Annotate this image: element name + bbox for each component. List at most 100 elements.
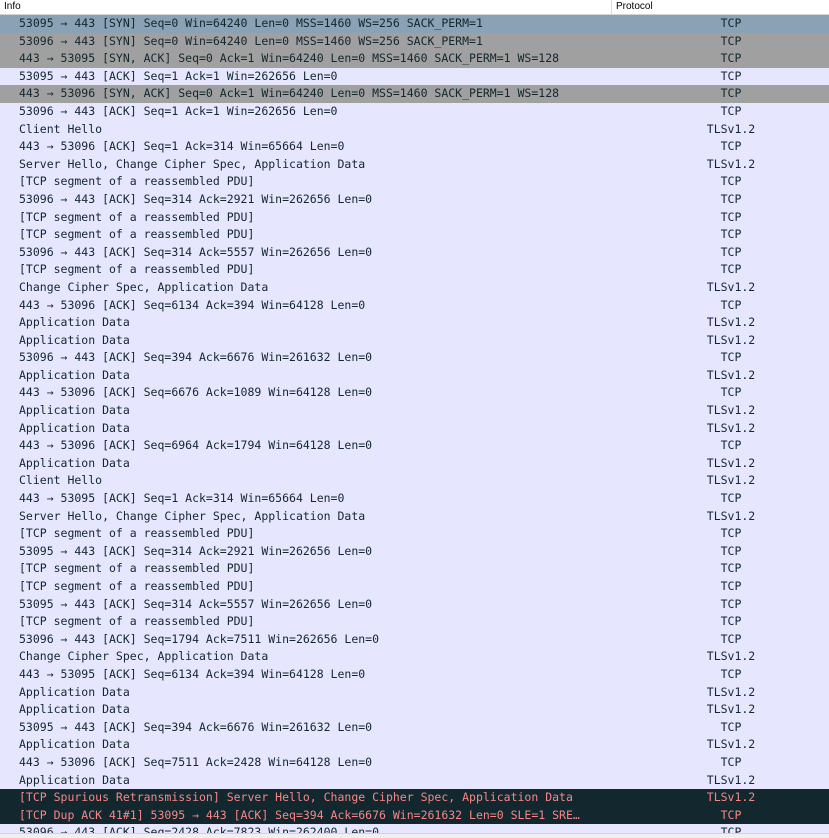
packet-protocol: TCP (720, 209, 742, 224)
packet-info: Application Data (19, 737, 130, 752)
packet-protocol: TLSv1.2 (706, 367, 756, 382)
packet-protocol: TCP (720, 174, 742, 189)
packet-info: 53095 → 443 [ACK] Seq=394 Ack=6676 Win=2… (19, 719, 373, 734)
packet-protocol: TCP (720, 33, 742, 48)
packet-protocol: TCP (720, 438, 742, 453)
packet-protocol: TLSv1.2 (706, 508, 756, 523)
table-row[interactable]: [TCP segment of a reassembled PDU] TCP (0, 525, 829, 543)
packet-info: [TCP segment of a reassembled PDU] (19, 209, 255, 224)
table-row[interactable]: 443 → 53096 [SYN, ACK] Seq=0 Ack=1 Win=6… (0, 85, 829, 103)
table-row[interactable]: Application Data TLSv1.2 (0, 701, 829, 719)
packet-info: Application Data (19, 702, 130, 717)
table-row[interactable]: 53096 → 443 [SYN] Seq=0 Win=64240 Len=0 … (0, 32, 829, 51)
table-row[interactable]: 443 → 53096 [ACK] Seq=1 Ack=314 Win=6566… (0, 138, 829, 156)
packet-protocol: TCP (720, 244, 742, 259)
table-row[interactable]: Change Cipher Spec, Application Data TLSv… (0, 278, 829, 297)
packet-protocol: TLSv1.2 (706, 473, 756, 488)
table-row[interactable]: 53096 → 443 [ACK] Seq=314 Ack=2921 Win=2… (0, 190, 829, 209)
packet-info: [TCP segment of a reassembled PDU] (19, 526, 255, 541)
table-row[interactable]: 53095 → 443 [SYN] Seq=0 Win=64240 Len=0 … (0, 15, 829, 33)
table-row[interactable]: [TCP Dup ACK 41#1] 53095 → 443 [ACK] Seq… (0, 806, 829, 825)
table-row[interactable]: [TCP segment of a reassembled PDU] TCP (0, 261, 829, 279)
packet-info: 53096 → 443 [ACK] Seq=314 Ack=2921 Win=2… (19, 191, 373, 206)
table-row[interactable]: Application Data TLSv1.2 (0, 402, 829, 420)
table-row[interactable]: Application Data TLSv1.2 (0, 419, 829, 438)
packet-protocol: TCP (720, 191, 742, 206)
packet-info: 443 → 53096 [ACK] Seq=6134 Ack=394 Win=6… (19, 297, 366, 312)
packet-info: Application Data (19, 684, 130, 699)
packet-protocol: TCP (720, 631, 742, 646)
table-row[interactable]: 443 → 53096 [ACK] Seq=6676 Ack=1089 Win=… (0, 384, 829, 403)
packet-protocol: TCP (720, 297, 742, 312)
table-row[interactable]: Server Hello, Change Cipher Spec, Applic… (0, 155, 829, 174)
packet-info: 443 → 53095 [ACK] Seq=1 Ack=314 Win=6566… (19, 491, 345, 506)
table-row[interactable]: Application Data TLSv1.2 (0, 331, 829, 350)
table-row[interactable]: [TCP Spurious Retransmission] Server Hel… (0, 789, 829, 807)
table-row[interactable]: Application Data TLSv1.2 (0, 314, 829, 332)
packet-protocol: TCP (720, 526, 742, 541)
packet-info: Application Data (19, 332, 130, 347)
table-row[interactable]: [TCP segment of a reassembled PDU] TCP (0, 578, 829, 596)
table-row[interactable]: Client Hello TLSv1.2 (0, 472, 829, 491)
packet-protocol: TCP (720, 543, 742, 558)
table-row[interactable]: 443 → 53096 [ACK] Seq=6134 Ack=394 Win=6… (0, 296, 829, 315)
table-row[interactable]: Application Data TLSv1.2 (0, 454, 829, 473)
packet-protocol: TLSv1.2 (706, 772, 756, 787)
packet-protocol: TLSv1.2 (706, 684, 756, 699)
table-row[interactable]: 443 → 53096 [ACK] Seq=7511 Ack=2428 Win=… (0, 753, 829, 772)
packet-info: 443 → 53096 [ACK] Seq=6964 Ack=1794 Win=… (19, 438, 373, 453)
packet-info: Server Hello, Change Cipher Spec, Applic… (19, 508, 366, 523)
table-row[interactable]: 53095 → 443 [ACK] Seq=314 Ack=5557 Win=2… (0, 595, 829, 614)
table-row[interactable]: Change Cipher Spec, Application Data TLSv… (0, 648, 829, 666)
table-row[interactable]: Client Hello TLSv1.2 (0, 120, 829, 139)
table-row[interactable]: 53095 → 443 [ACK] Seq=394 Ack=6676 Win=2… (0, 718, 829, 737)
packet-info: 53096 → 443 [ACK] Seq=1794 Ack=7511 Win=… (19, 631, 380, 646)
packet-protocol: TLSv1.2 (706, 649, 756, 664)
packet-protocol: TLSv1.2 (706, 702, 756, 717)
packet-info: Change Cipher Spec, Application Data (19, 649, 269, 664)
packet-protocol: TCP (720, 754, 742, 769)
packet-info: Server Hello, Change Cipher Spec, Applic… (19, 156, 366, 171)
packet-info: [TCP segment of a reassembled PDU] (19, 174, 255, 189)
packet-protocol: TLSv1.2 (706, 403, 756, 418)
packet-protocol: TCP (720, 103, 742, 118)
table-row[interactable]: [TCP segment of a reassembled PDU] TCP (0, 173, 829, 191)
table-row[interactable]: 53096 → 443 [ACK] Seq=314 Ack=5557 Win=2… (0, 243, 829, 262)
table-row[interactable]: [TCP segment of a reassembled PDU] TCP (0, 226, 829, 244)
packet-info: 53096 → 443 [ACK] Seq=1 Ack=1 Win=262656… (19, 103, 338, 118)
packet-protocol: TLSv1.2 (706, 420, 756, 435)
packet-protocol: TCP (720, 579, 742, 593)
packet-info: 443 → 53096 [ACK] Seq=6676 Ack=1089 Win=… (19, 385, 373, 400)
packet-info: 53096 → 443 [ACK] Seq=314 Ack=5557 Win=2… (19, 244, 373, 259)
packet-protocol: TLSv1.2 (706, 156, 756, 171)
table-row[interactable]: 443 → 53095 [ACK] Seq=6134 Ack=394 Win=6… (0, 665, 829, 684)
packet-info: [TCP Spurious Retransmission] Server Hel… (19, 790, 573, 805)
protocol-column-header[interactable]: Protocol (612, 0, 829, 14)
table-row[interactable]: 53096 → 443 [ACK] Seq=1 Ack=1 Win=262656… (0, 102, 829, 121)
info-column-header[interactable]: Info (0, 0, 612, 14)
table-row[interactable]: Application Data TLSv1.2 (0, 736, 829, 754)
table-row[interactable]: Application Data TLSv1.2 (0, 771, 829, 790)
table-row[interactable]: [TCP segment of a reassembled PDU] TCP (0, 560, 829, 578)
table-row[interactable]: 443 → 53095 [ACK] Seq=1 Ack=314 Win=6566… (0, 490, 829, 508)
table-row[interactable]: 53095 → 443 [ACK] Seq=314 Ack=2921 Win=2… (0, 542, 829, 561)
table-row[interactable]: 443 → 53096 [ACK] Seq=6964 Ack=1794 Win=… (0, 437, 829, 455)
table-row[interactable]: 53095 → 443 [ACK] Seq=1 Ack=1 Win=262656… (0, 67, 829, 86)
table-row[interactable]: [TCP segment of a reassembled PDU] TCP (0, 613, 829, 631)
table-row[interactable]: 443 → 53095 [SYN, ACK] Seq=0 Ack=1 Win=6… (0, 50, 829, 68)
packet-protocol: TCP (720, 227, 742, 242)
table-row[interactable]: 53096 → 443 [ACK] Seq=1794 Ack=7511 Win=… (0, 630, 829, 649)
packet-protocol: TLSv1.2 (706, 790, 756, 805)
table-row[interactable]: Server Hello, Change Cipher Spec, Applic… (0, 507, 829, 526)
packet-info: Application Data (19, 772, 130, 787)
packet-info: [TCP Dup ACK 41#1] 53095 → 443 [ACK] Seq… (19, 807, 580, 822)
table-row[interactable]: 53096 → 443 [ACK] Seq=394 Ack=6676 Win=2… (0, 349, 829, 367)
packet-list[interactable]: Info Protocol 53095 → 443 [SYN] Seq=0 Wi… (0, 0, 829, 838)
packet-info: 443 → 53096 [ACK] Seq=7511 Ack=2428 Win=… (19, 754, 373, 769)
table-row[interactable]: Application Data TLSv1.2 (0, 683, 829, 702)
table-row[interactable]: [TCP segment of a reassembled PDU] TCP (0, 208, 829, 227)
pane-bottom-edge (0, 833, 829, 838)
packet-protocol: TLSv1.2 (706, 455, 756, 470)
packet-info: Client Hello (19, 473, 103, 488)
table-row[interactable]: Application Data TLSv1.2 (0, 366, 829, 385)
